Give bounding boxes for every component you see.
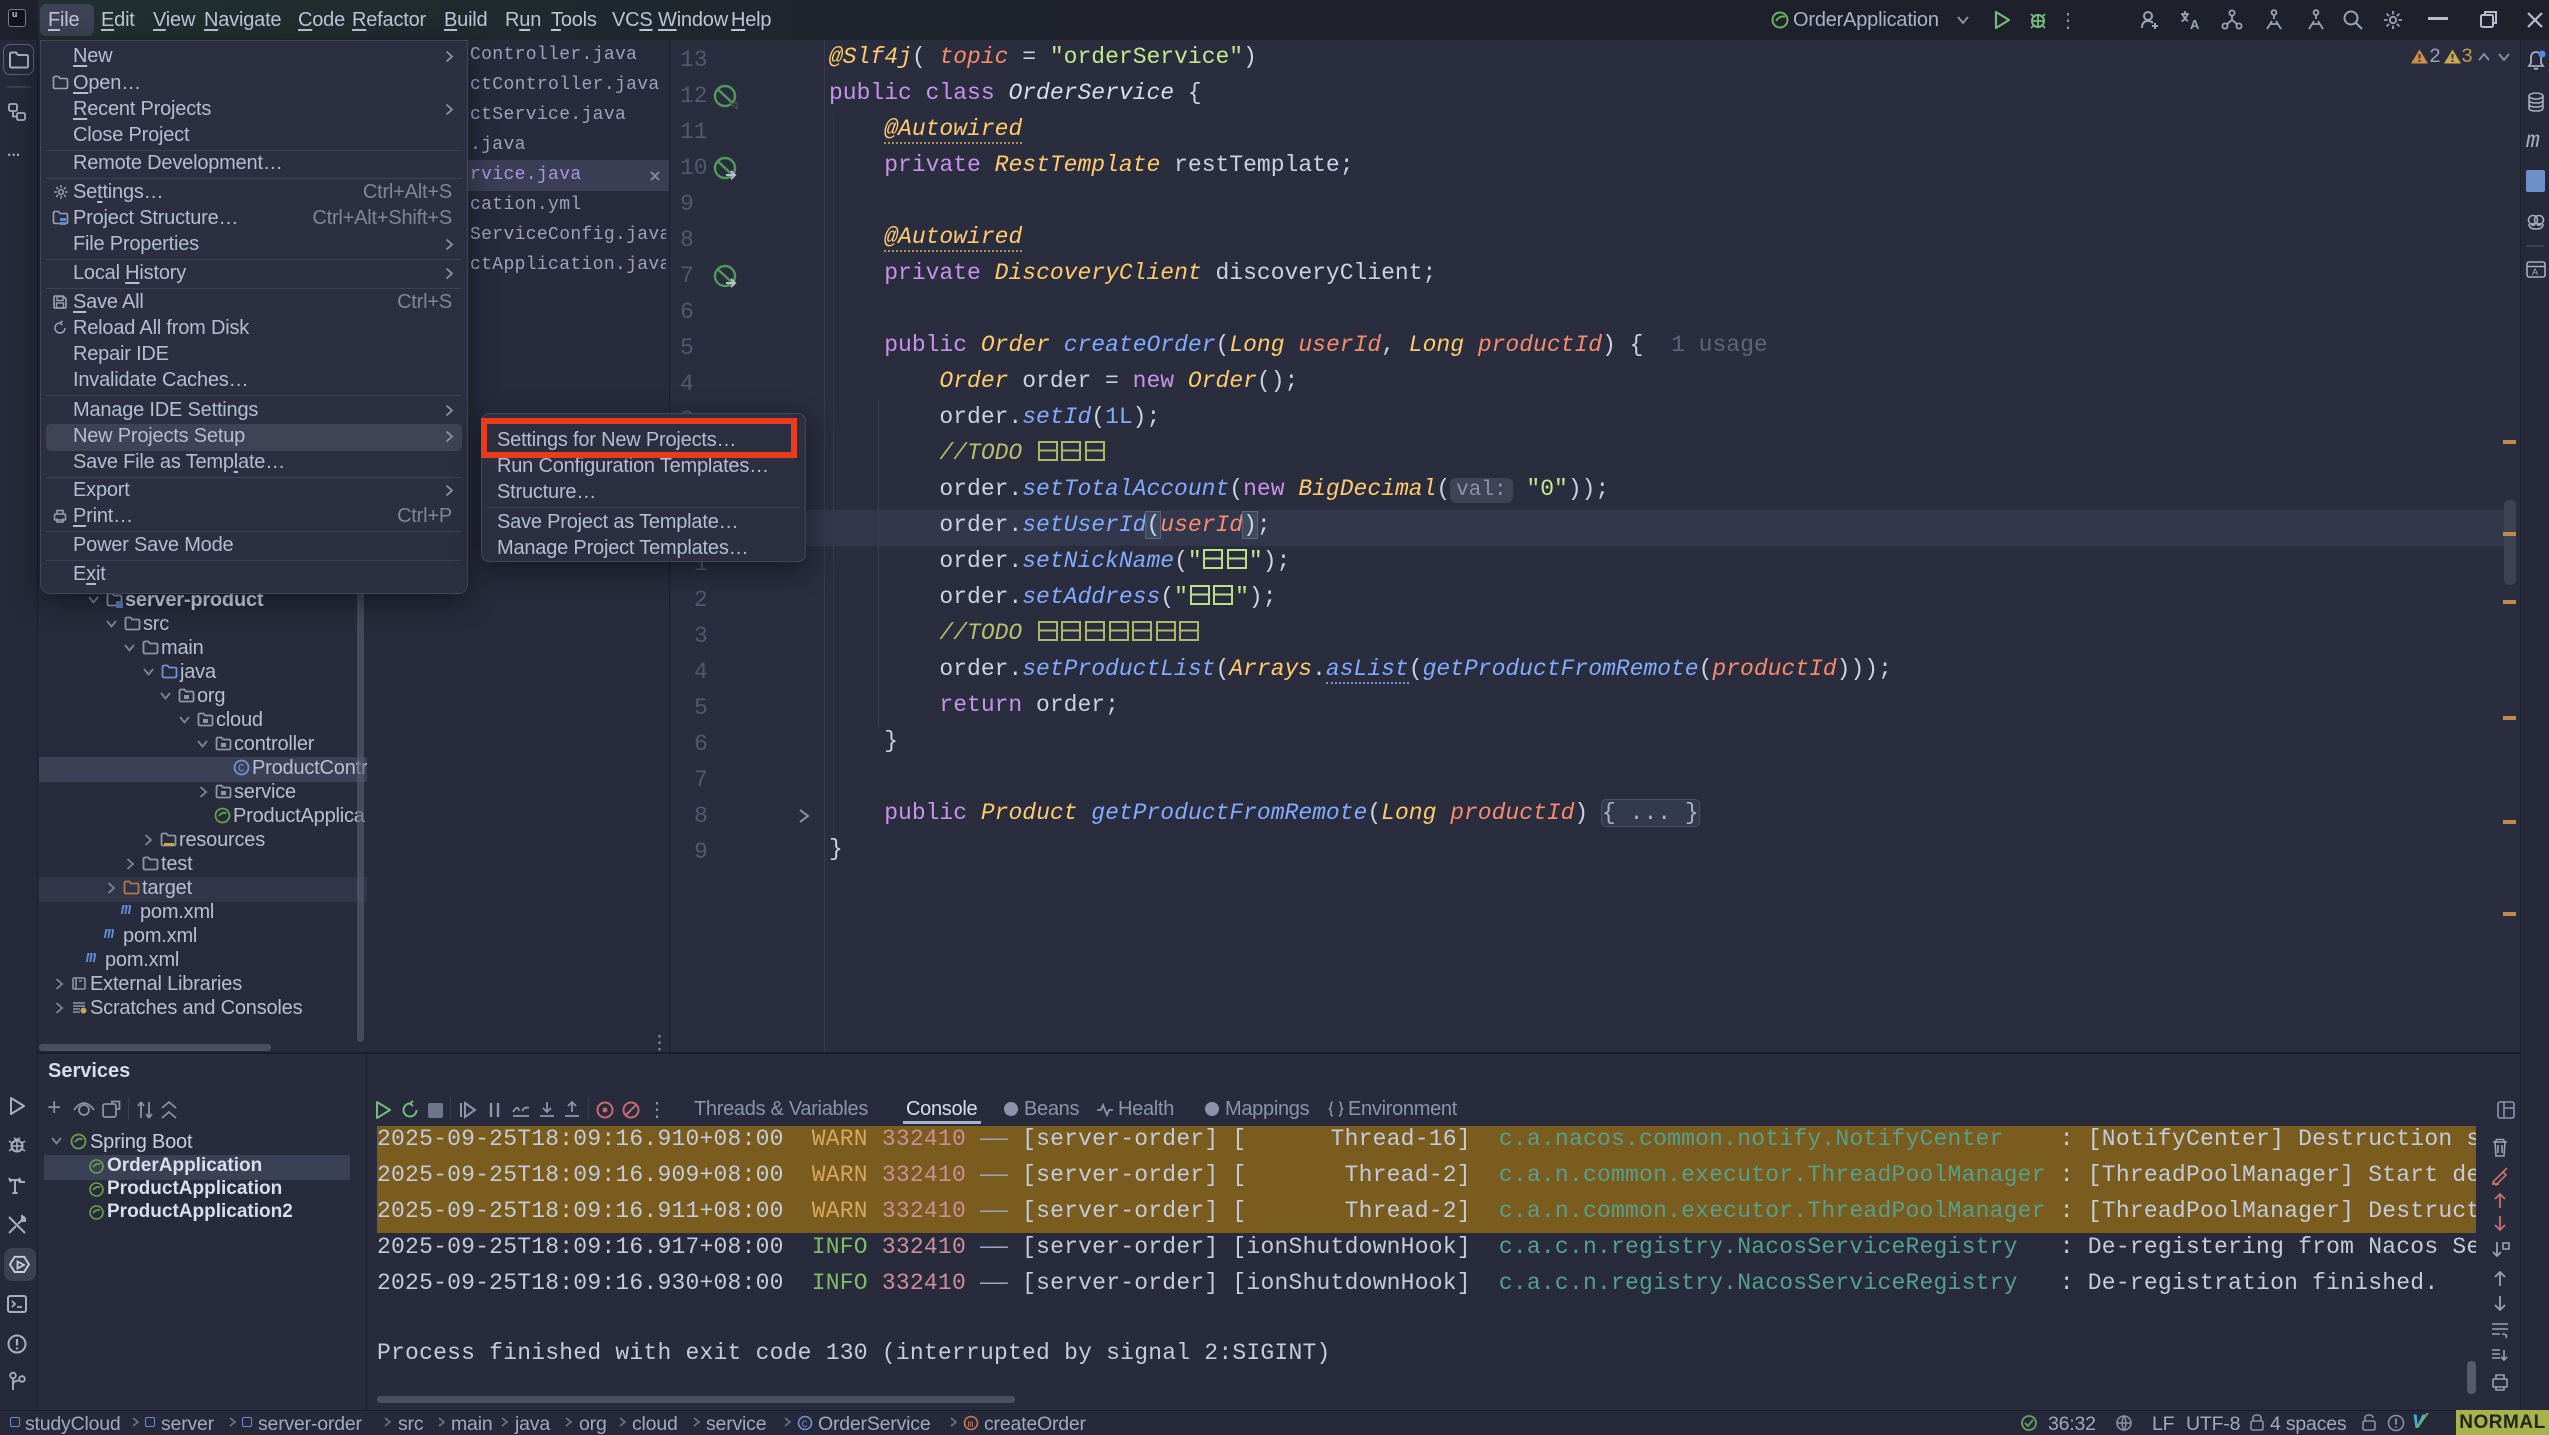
svg-text:A: A xyxy=(2532,267,2538,277)
svg-text:C: C xyxy=(802,1420,808,1431)
svg-text:m: m xyxy=(968,1420,974,1431)
svg-text:C: C xyxy=(238,764,245,776)
svg-text:A: A xyxy=(2190,17,2200,32)
